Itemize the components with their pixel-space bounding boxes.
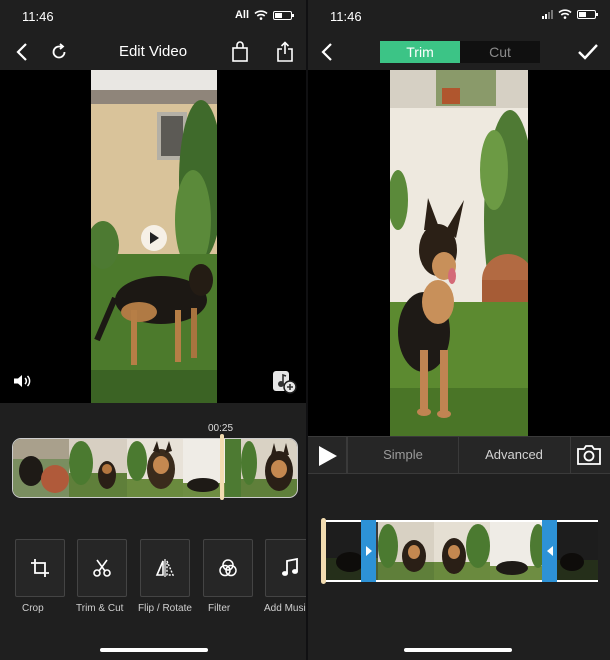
share-button[interactable] — [271, 38, 299, 66]
page-title: Edit Video — [118, 43, 188, 60]
confirm-button[interactable] — [574, 38, 602, 66]
trim-cut-button[interactable] — [77, 539, 127, 597]
trim-playhead[interactable] — [321, 518, 326, 584]
battery-icon — [273, 10, 294, 20]
trimmed-region-start — [322, 522, 364, 580]
wifi-icon — [558, 9, 572, 19]
status-time: 11:46 — [22, 9, 54, 24]
play-button[interactable] — [318, 445, 338, 472]
mode-advanced[interactable]: Advanced — [459, 447, 569, 462]
chevron-left-icon — [321, 43, 332, 61]
home-indicator — [100, 648, 208, 652]
share-icon — [277, 41, 293, 62]
trim-end-handle[interactable] — [542, 520, 557, 582]
wifi-icon — [254, 10, 268, 20]
status-time: 11:46 — [330, 9, 362, 24]
trim-cut-label: Trim & Cut — [76, 603, 124, 614]
status-icons: All — [234, 9, 294, 21]
play-overlay-button[interactable] — [141, 225, 167, 251]
trim-screen: 11:46 Trim Cut Simple Advanced — [308, 0, 610, 660]
timeline-frame — [183, 439, 241, 497]
triangle-left-icon — [546, 546, 553, 556]
signal-icon — [542, 9, 553, 19]
scissors-icon — [93, 559, 111, 577]
checkmark-icon — [578, 44, 598, 60]
flip-rotate-label: Flip / Rotate — [138, 603, 192, 614]
crop-button[interactable] — [15, 539, 65, 597]
shopping-bag-icon — [232, 41, 248, 62]
triangle-right-icon — [365, 546, 372, 556]
crop-label: Crop — [22, 603, 44, 614]
timeline-frame — [127, 439, 183, 497]
video-preview[interactable] — [0, 70, 306, 403]
music-plus-icon — [273, 371, 297, 394]
filter-button[interactable] — [203, 539, 253, 597]
home-indicator — [404, 648, 512, 652]
tab-cut[interactable]: Cut — [460, 41, 540, 63]
video-frame-image — [390, 70, 528, 436]
tab-trim[interactable]: Trim — [380, 41, 460, 63]
add-music-button[interactable] — [265, 539, 306, 597]
timeline-frame — [69, 439, 127, 497]
back-button[interactable] — [313, 38, 341, 66]
trim-controls-bar: Simple Advanced — [308, 436, 610, 474]
play-icon — [319, 446, 337, 466]
divider — [570, 437, 571, 473]
video-frame — [390, 70, 528, 436]
timeline-frame — [13, 439, 69, 497]
filter-icon — [219, 559, 237, 577]
flip-icon — [155, 559, 175, 577]
play-icon — [150, 232, 159, 244]
playback-timestamp: 00:25 — [208, 423, 234, 434]
mode-simple[interactable]: Simple — [348, 447, 458, 462]
music-note-icon — [282, 558, 298, 576]
snapshot-button[interactable] — [576, 444, 602, 471]
flip-rotate-button[interactable] — [140, 539, 190, 597]
filter-label: Filter — [208, 603, 231, 614]
playhead[interactable] — [220, 434, 224, 500]
timeline-frame — [378, 522, 434, 580]
timeline-frame — [490, 522, 546, 580]
trim-start-handle[interactable] — [361, 520, 376, 582]
trim-cut-segmented-control: Trim Cut — [380, 41, 540, 63]
video-timeline[interactable] — [12, 438, 298, 498]
timeline-frame — [241, 439, 297, 497]
audio-extract-button[interactable] — [270, 366, 298, 399]
edit-video-screen: 11:46 All Edit Video 00:25 Crop Trim & C… — [0, 0, 306, 660]
carrier-label: All — [234, 9, 249, 21]
trimmed-region-end — [556, 522, 598, 580]
battery-icon — [577, 9, 598, 19]
volume-button[interactable] — [13, 374, 33, 393]
video-preview[interactable] — [308, 70, 610, 436]
nav-bar: Edit Video — [0, 34, 306, 70]
status-bar: 11:46 — [308, 0, 610, 34]
add-music-label: Add Music — [264, 603, 306, 614]
status-icons — [542, 9, 598, 19]
camera-icon — [577, 445, 601, 465]
crop-icon — [31, 559, 49, 577]
store-button[interactable] — [226, 38, 254, 66]
speaker-icon — [14, 375, 31, 387]
status-bar: 11:46 All — [0, 0, 306, 34]
timeline-frame — [434, 522, 490, 580]
